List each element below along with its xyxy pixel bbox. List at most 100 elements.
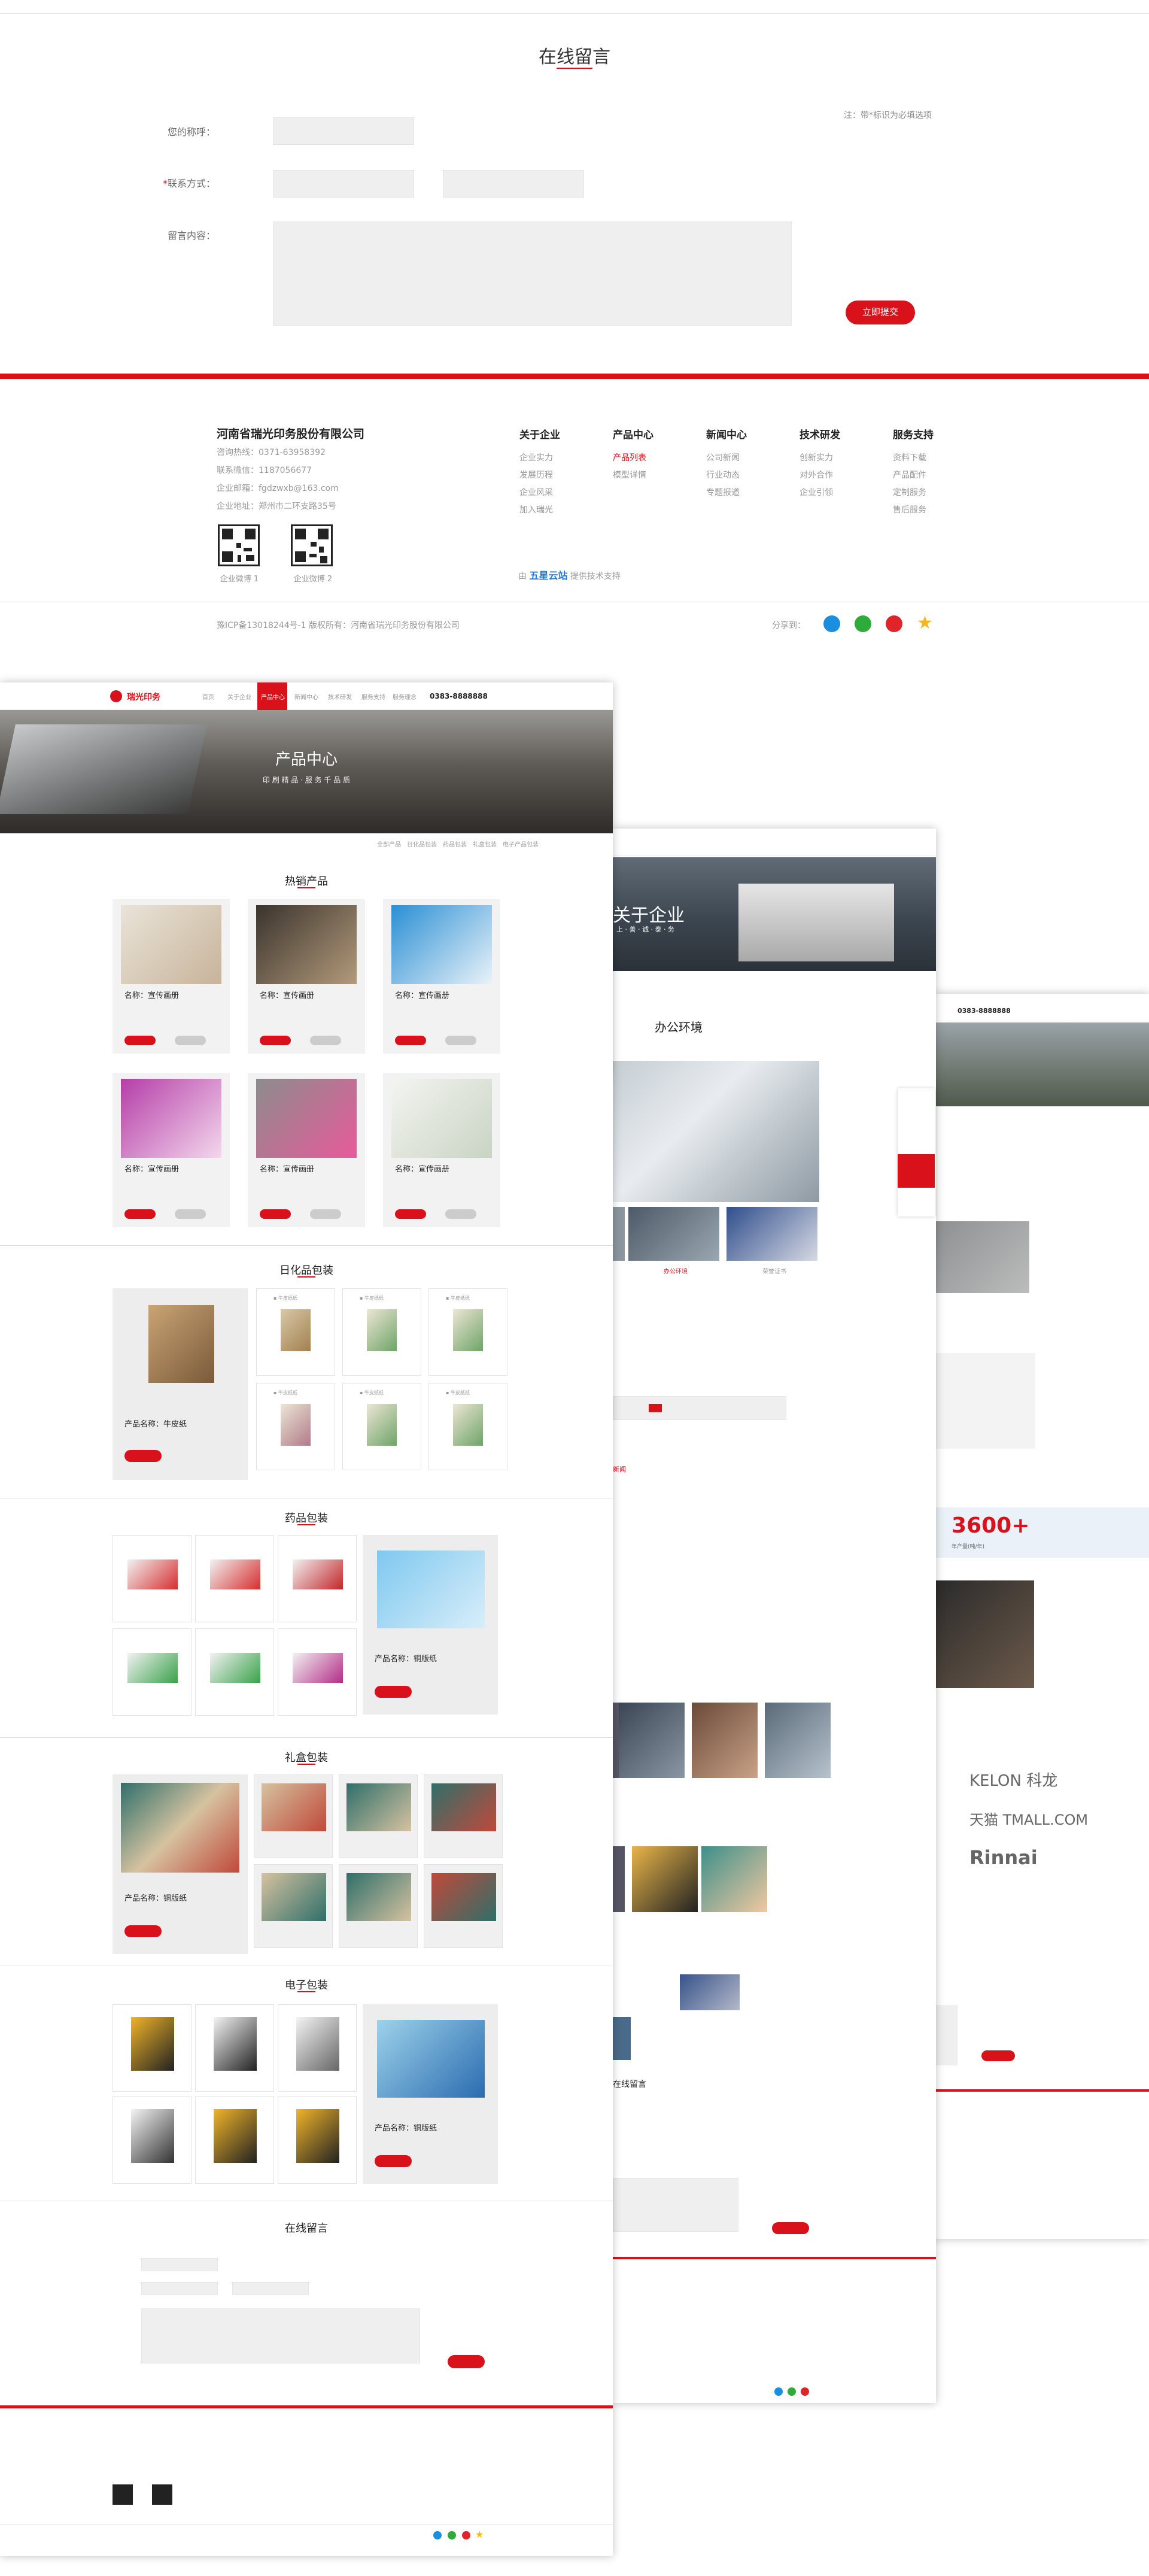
product-tile: ▪ 牛皮纸纸 [342, 1383, 421, 1470]
mockup-nav [613, 829, 936, 856]
mockup-submit [981, 2050, 1015, 2061]
product-card: 名称：宣传画册 [383, 1073, 500, 1227]
mockup-red-bar [613, 2257, 936, 2259]
favorite-icon[interactable]: ★ [917, 613, 933, 633]
section-title: 日化品包装 [279, 1264, 333, 1277]
mockup-red-bar [934, 2089, 1149, 2092]
footer-link[interactable]: 企业风采 [519, 484, 560, 502]
share-label: 分享到： [772, 621, 805, 630]
news-photo [613, 2017, 631, 2060]
thumb-3 [727, 1207, 817, 1261]
submit-button[interactable]: 立即提交 [846, 301, 915, 324]
footer-link[interactable]: 公司新闻 [706, 450, 747, 467]
mockup-page-2: 关于企业 上 · 善 · 诚 · 泰 · 务 办公环境 办公环境 荣誉证书 新闻… [613, 829, 936, 2403]
page-title: 在线留言 [539, 47, 610, 68]
footer-link[interactable]: 专题报道 [706, 484, 747, 502]
content-label: 留言内容： [167, 230, 215, 241]
footer-link[interactable]: 行业动态 [706, 467, 747, 484]
product-thumb [632, 1846, 698, 1912]
logo-icon [110, 690, 122, 702]
section-title: 在线留言 [285, 2222, 328, 2235]
form-field [141, 2258, 218, 2271]
hotline: 0383-8888888 [430, 692, 488, 700]
address-text: 企业地址：郑州市二环支路35号 [217, 502, 336, 511]
copyright-text: 豫ICP备13018244号-1 版权所有：河南省瑞光印务股份有限公司 [217, 621, 460, 630]
wechat-icon[interactable] [855, 615, 871, 632]
footer-link[interactable]: 产品列表 [613, 450, 653, 467]
weibo-icon [462, 2531, 470, 2539]
footer-col-about: 关于企业 企业实力 发展历程 企业风采 加入瑞光 [519, 426, 560, 519]
product-tile: ▪ 牛皮纸纸 [428, 1288, 507, 1376]
footer-link[interactable]: 创新实力 [800, 450, 840, 467]
section-underline [297, 1764, 315, 1765]
nickname-label: 您的称呼： [167, 126, 215, 138]
brand-logo: Rinnai [969, 1846, 1038, 1869]
wechat-icon [788, 2387, 796, 2396]
footer-link[interactable]: 发展历程 [519, 467, 560, 484]
section-title: 热销产品 [285, 875, 328, 888]
section-underline [297, 887, 315, 888]
thumb-2 [628, 1207, 719, 1261]
factory-photo [934, 1221, 1029, 1293]
building-image [738, 884, 894, 961]
nickname-input[interactable] [273, 117, 414, 145]
banner-subtitle: 印 刷 精 品 · 服 务 千 品 质 [262, 776, 351, 784]
footer-link[interactable]: 企业引领 [800, 484, 840, 502]
product-tile [195, 1535, 274, 1622]
footer-col-products: 产品中心 产品列表 模型详情 [613, 426, 653, 484]
qr-caption: 企业微博 1 [220, 575, 259, 584]
contact-input[interactable] [273, 170, 414, 198]
mockup-nav: 0383-8888888 [934, 994, 1149, 1021]
company-name: 河南省瑞光印务股份有限公司 [217, 427, 365, 441]
section-title: 礼盒包装 [285, 1752, 328, 1764]
thumb-caption: 荣誉证书 [762, 1269, 786, 1275]
nav-item: 新闻中心 [294, 694, 318, 701]
footer-col-support: 服务支持 资料下载 产品配件 定制服务 售后服务 [893, 426, 934, 519]
nav-item: 产品中心 [261, 694, 285, 701]
banner-title: 产品中心 [275, 751, 338, 769]
product-tile [278, 1535, 357, 1622]
footer-link[interactable]: 资料下载 [893, 450, 934, 467]
product-tile [339, 1774, 418, 1858]
mockup-submit [772, 2222, 809, 2234]
section-underline [297, 1524, 315, 1525]
qr-code-icon [291, 524, 333, 566]
favorite-icon: ★ [475, 2529, 484, 2540]
form-field [934, 2005, 957, 2065]
product-tile: ▪ 牛皮纸纸 [256, 1383, 335, 1470]
wechat-text: 联系微信：1187056677 [217, 466, 312, 475]
footer-link[interactable]: 模型详情 [613, 467, 653, 484]
footer-link[interactable]: 产品配件 [893, 467, 934, 484]
nav-item: 技术研发 [328, 694, 352, 701]
contact-input-2[interactable] [443, 170, 584, 198]
message-textarea[interactable] [273, 222, 792, 326]
mockup-page-3: 0383-8888888 3600+ 年产量(吨/年) KELON 科龙 天猫 … [934, 994, 1149, 2239]
product-tile [195, 1628, 274, 1716]
qq-icon[interactable] [823, 615, 840, 632]
wechat-icon [448, 2531, 456, 2539]
footer-link[interactable]: 企业实力 [519, 450, 560, 467]
stat-label: 年产量(吨/年) [952, 1544, 985, 1550]
footer-link[interactable]: 加入瑞光 [519, 502, 560, 519]
vendor-logo[interactable]: 五星云站 [529, 570, 567, 581]
qr-caption: 企业微博 2 [293, 575, 333, 584]
footer-link[interactable]: 定制服务 [893, 484, 934, 502]
filter-tab: 全部产品 [377, 842, 401, 848]
product-tile [339, 1864, 418, 1948]
mockup-page-1: 瑞光印务 首页 关于企业 产品中心 新闻中心 技术研发 服务支持 服务理念 03… [0, 682, 613, 2556]
phone-icon [898, 1154, 935, 1188]
thumb-1 [613, 1207, 625, 1261]
weibo-icon[interactable] [886, 615, 902, 632]
product-tile [113, 1535, 192, 1622]
email-text: 企业邮箱：fgdzwxb@163.com [217, 484, 339, 493]
footer-col-rnd: 技术研发 创新实力 对外合作 企业引领 [800, 426, 840, 502]
product-tile: ▪ 牛皮纸纸 [342, 1288, 421, 1376]
section-title: 药品包装 [285, 1512, 328, 1525]
form-field [141, 2282, 218, 2295]
footer-link[interactable]: 售后服务 [893, 502, 934, 519]
product-tile [278, 2004, 357, 2092]
feature-card: 产品名称：铜版纸 [113, 1774, 248, 1954]
footer-link[interactable]: 对外合作 [800, 467, 840, 484]
footer-red-bar [0, 374, 1149, 379]
qr-code-icon [218, 524, 260, 566]
